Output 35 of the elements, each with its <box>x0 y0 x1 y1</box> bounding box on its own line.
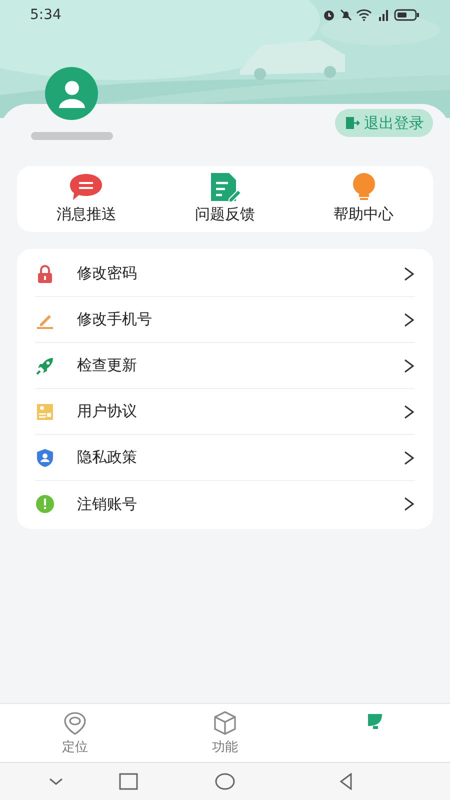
chevron-right-icon <box>403 358 415 374</box>
battery-icon <box>394 8 420 22</box>
cube-icon <box>212 710 238 736</box>
chevron-right-icon <box>403 496 415 512</box>
recent-apps-icon[interactable] <box>118 773 138 790</box>
alarm-icon <box>322 8 336 22</box>
rocket-icon <box>35 356 55 376</box>
chevron-right-icon <box>403 450 415 466</box>
menu-item[interactable]: 修改手机号 <box>35 297 415 343</box>
shield-user-icon <box>35 448 55 468</box>
tab[interactable]: 定位 <box>0 704 150 762</box>
menu-item[interactable]: 隐私政策 <box>35 435 415 481</box>
mute-icon <box>339 8 353 22</box>
exclamation-icon <box>35 494 55 514</box>
menu-item[interactable]: 注销账号 <box>35 481 415 527</box>
user-card-icon <box>35 402 55 422</box>
chat-bubble-icon <box>68 172 104 202</box>
home-icon[interactable] <box>215 773 235 790</box>
tab[interactable]: 功能 <box>150 704 300 762</box>
exit-icon <box>344 115 360 131</box>
location-pin-icon <box>62 710 88 736</box>
menu-item[interactable]: 用户协议 <box>35 389 415 435</box>
quick-action-button[interactable]: 消息推送 <box>17 172 156 226</box>
back-icon[interactable] <box>339 773 353 790</box>
menu-item[interactable]: 修改密码 <box>35 251 415 297</box>
wifi-icon <box>356 8 372 22</box>
collapse-icon[interactable] <box>48 776 64 786</box>
chevron-right-icon <box>403 404 415 420</box>
quick-action-button[interactable]: 问题反馈 <box>156 172 294 226</box>
status-time: 5:34 <box>30 6 62 24</box>
chevron-right-icon <box>403 266 415 282</box>
quick-action-button[interactable]: 帮助中心 <box>294 172 433 226</box>
padlock-icon <box>35 264 55 284</box>
menu-item[interactable]: 检查更新 <box>35 343 415 389</box>
chevron-right-icon <box>403 312 415 328</box>
